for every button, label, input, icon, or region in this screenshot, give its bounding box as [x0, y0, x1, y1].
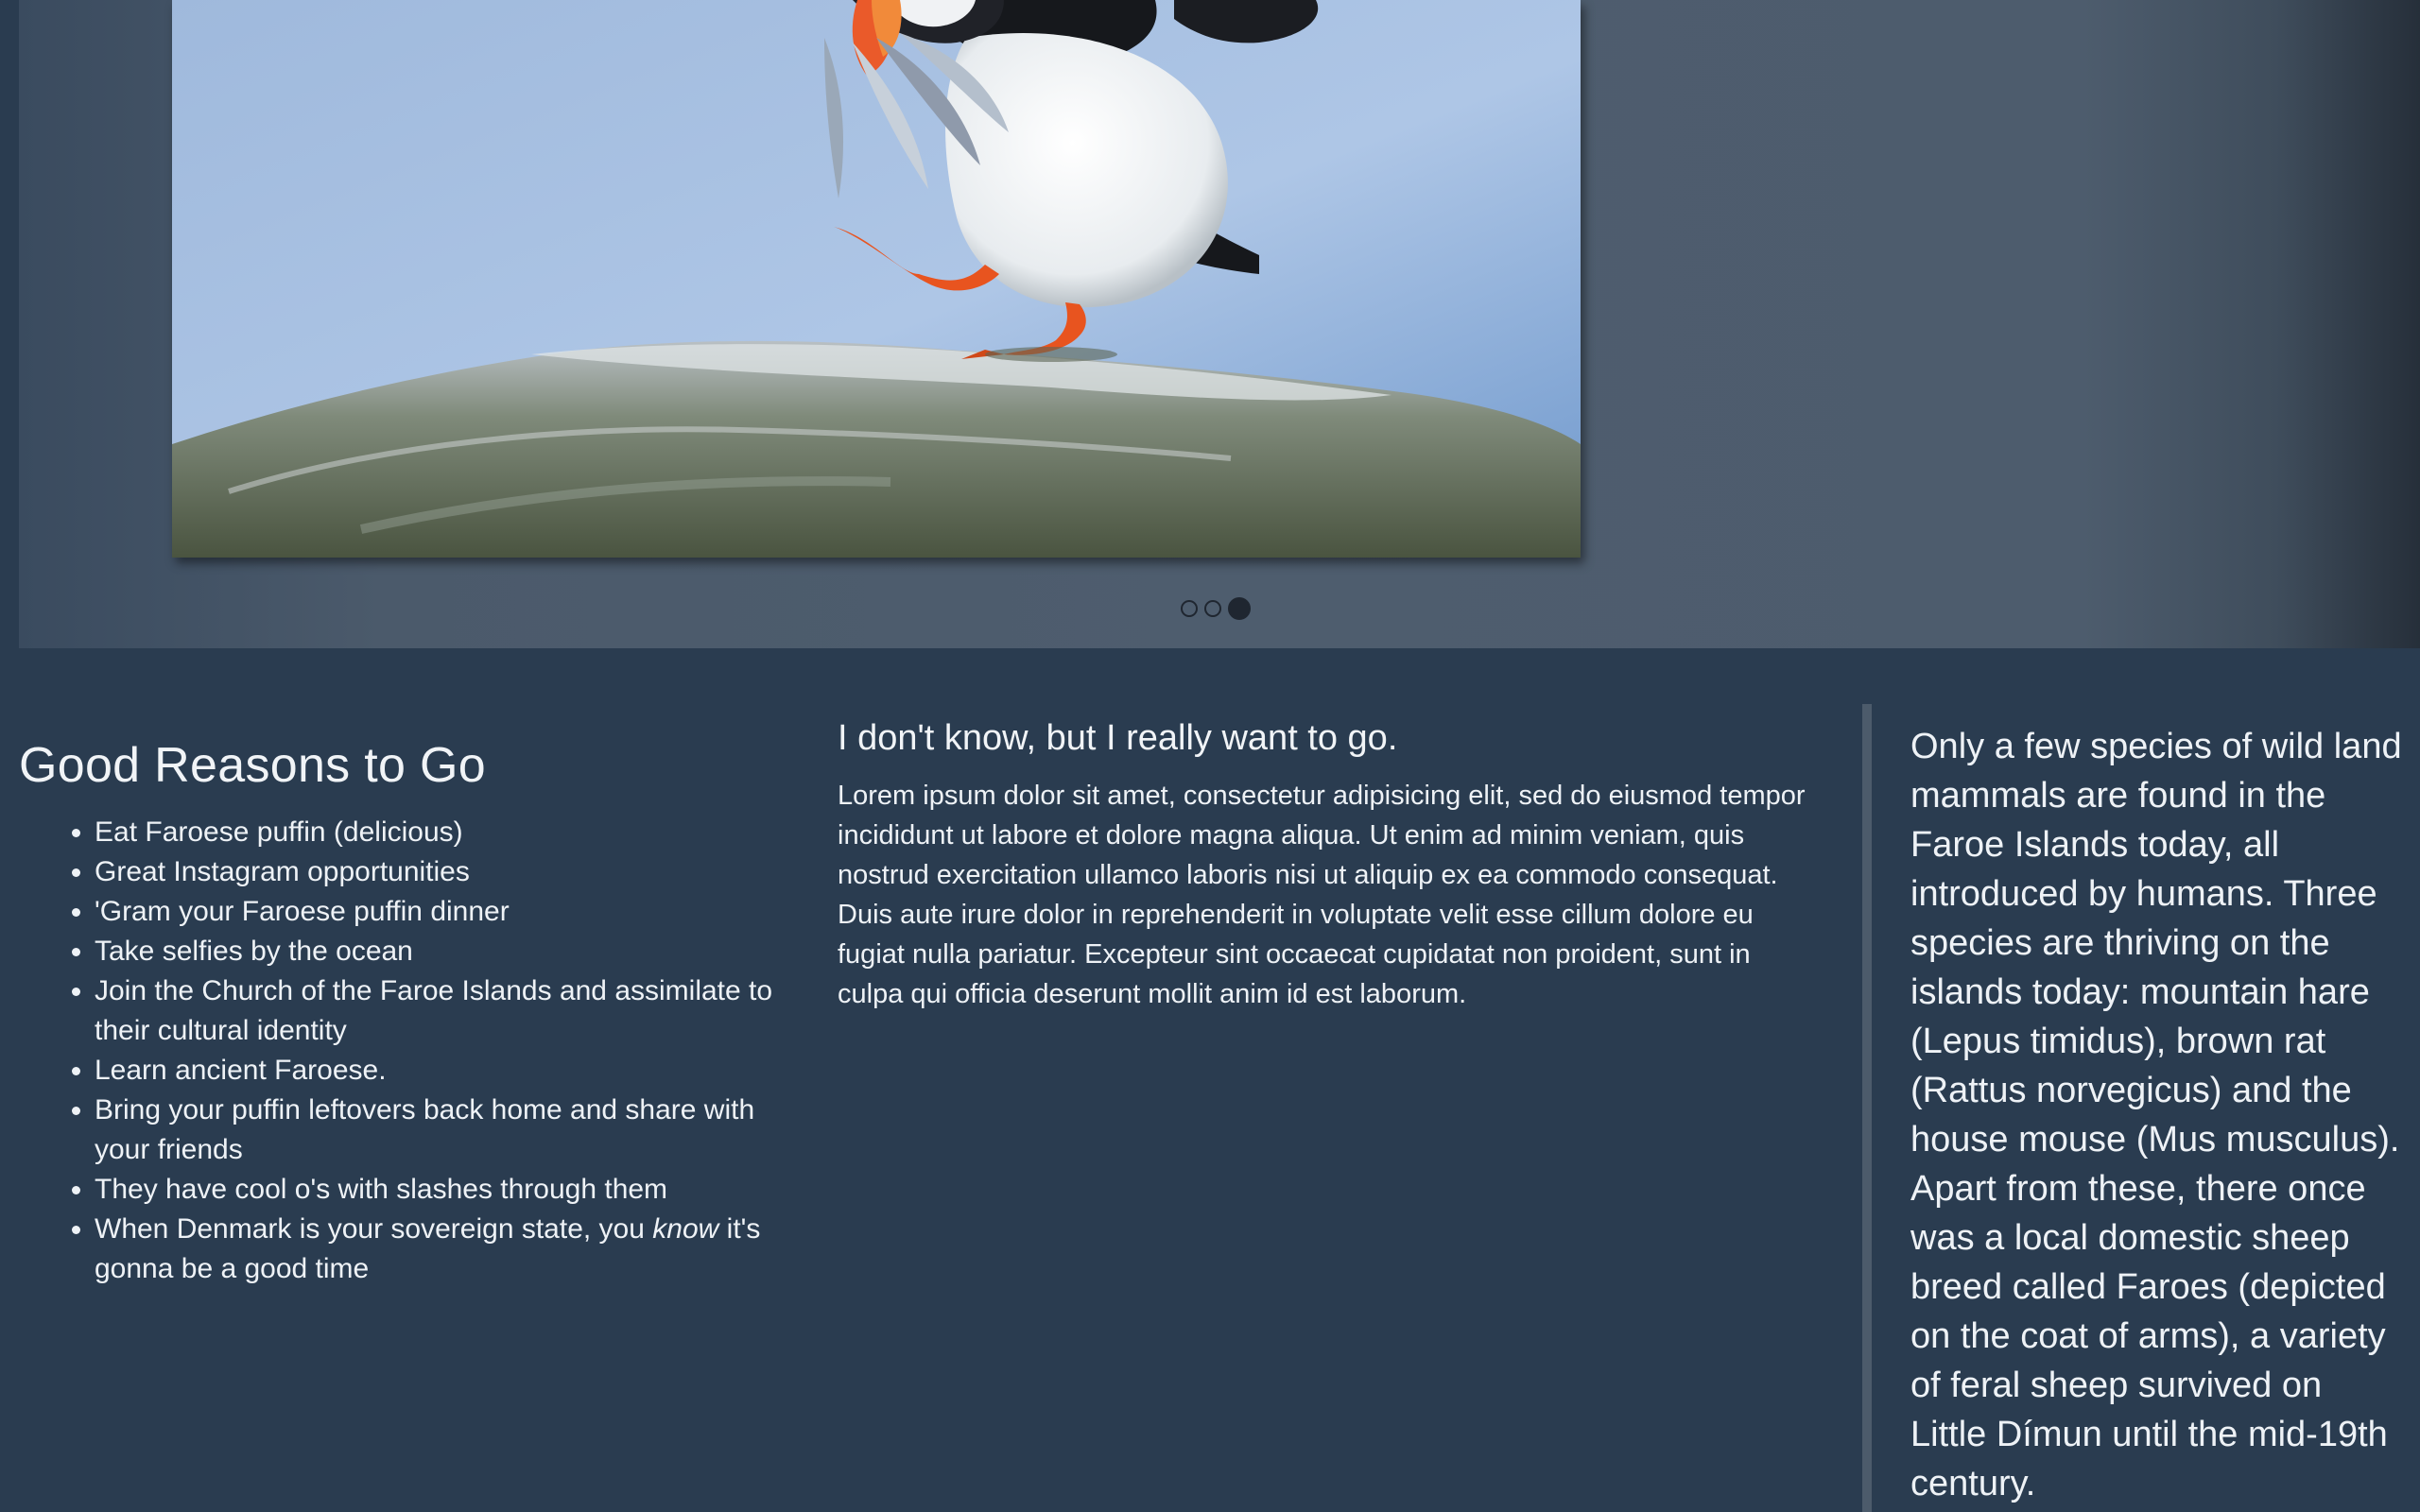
intro-heading: I don't know, but I really want to go. [838, 718, 1398, 758]
page: Good Reasons to Go Eat Faroese puffin (d… [0, 0, 2420, 1512]
reasons-list: Eat Faroese puffin (delicious) Great Ins… [19, 813, 775, 1289]
list-item: Learn ancient Faroese. [95, 1051, 775, 1091]
reasons-section: Good Reasons to Go Eat Faroese puffin (d… [19, 737, 775, 1289]
carousel-indicator-1[interactable] [1181, 600, 1198, 617]
list-item: They have cool o's with slashes through … [95, 1170, 775, 1210]
carousel-indicator-3[interactable] [1228, 597, 1251, 620]
carousel-indicator-2[interactable] [1204, 600, 1221, 617]
intro-section: I don't know, but I really want to go. L… [838, 718, 1816, 1014]
carousel-indicators [1181, 597, 1251, 620]
aside-divider [1862, 704, 1872, 1512]
list-item: When Denmark is your sovereign state, yo… [95, 1210, 775, 1289]
intro-paragraph: Lorem ipsum dolor sit amet, consectetur … [838, 781, 1806, 1009]
wildlife-aside: Only a few species of wild land mammals … [1910, 722, 2402, 1508]
reasons-heading: Good Reasons to Go [19, 738, 486, 793]
list-item: 'Gram your Faroese puffin dinner [95, 892, 775, 932]
aside-paragraph: Only a few species of wild land mammals … [1910, 727, 2402, 1503]
carousel-slide-image[interactable] [172, 0, 1581, 558]
emphasis-text: know [652, 1213, 719, 1245]
image-carousel [19, 0, 2420, 648]
puffin-photo [172, 0, 1581, 558]
list-item-text: When Denmark is your sovereign state, yo… [95, 1213, 653, 1245]
list-item: Take selfies by the ocean [95, 932, 775, 971]
list-item: Join the Church of the Faroe Islands and… [95, 971, 775, 1051]
list-item: Eat Faroese puffin (delicious) [95, 813, 775, 852]
list-item: Great Instagram opportunities [95, 852, 775, 892]
list-item: Bring your puffin leftovers back home an… [95, 1091, 775, 1170]
